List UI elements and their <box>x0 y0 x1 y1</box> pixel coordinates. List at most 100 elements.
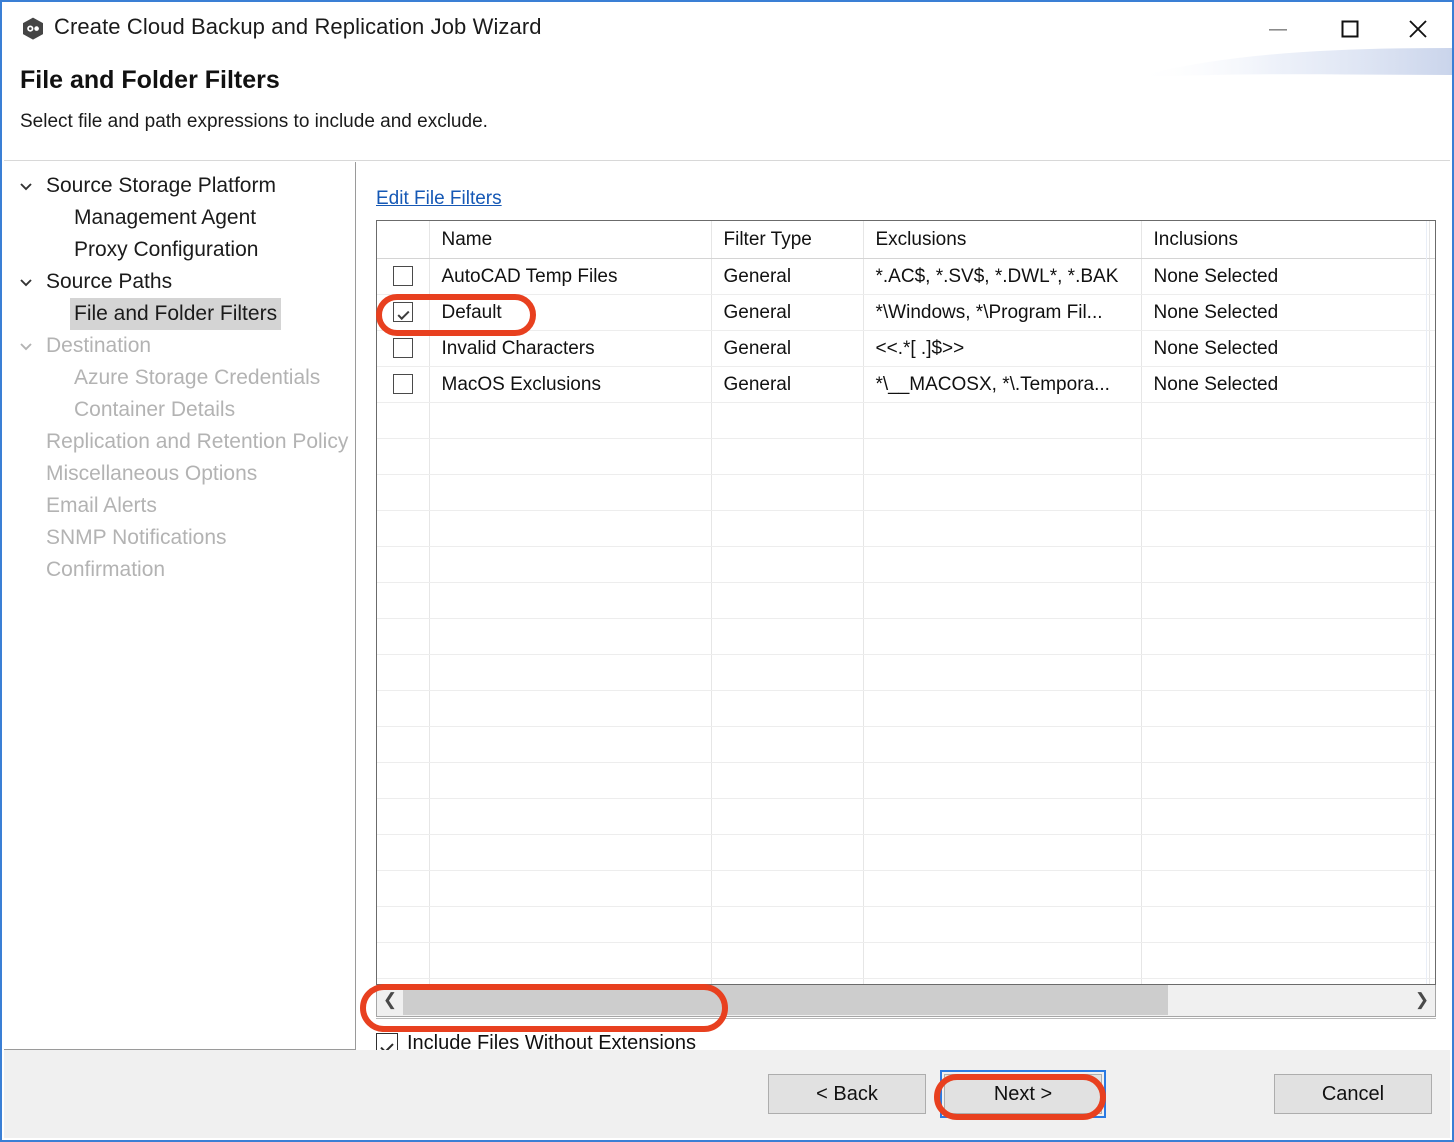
sidebar-item-source-storage-platform[interactable]: Source Storage Platform <box>4 170 355 202</box>
row-select-cell[interactable] <box>377 330 430 367</box>
empty-cell <box>863 906 1142 943</box>
empty-cell <box>1141 690 1430 727</box>
empty-cell <box>429 654 712 691</box>
empty-cell <box>429 726 712 763</box>
empty-cell <box>863 942 1142 979</box>
empty-cell <box>863 834 1142 871</box>
cancel-button[interactable]: Cancel <box>1274 1074 1432 1114</box>
sidebar-item-source-paths[interactable]: Source Paths <box>4 266 355 298</box>
row-select-cell[interactable] <box>377 366 430 403</box>
empty-cell <box>429 762 712 799</box>
row-checkbox[interactable] <box>392 302 413 323</box>
name-cell: Invalid Characters <box>429 330 712 367</box>
exclusions-cell: <<.*[ .]$>> <box>863 330 1142 367</box>
table-row[interactable]: MacOS Exclusions General *\__MACOSX, *\.Te… <box>377 366 1435 403</box>
exclusions-cell: *\Windows, *\Program Fil... <box>863 294 1142 331</box>
table-row[interactable]: AutoCAD Temp Files General *.AC$, *.SV$, *… <box>377 258 1435 295</box>
page-subtitle: Select file and path expressions to incl… <box>20 111 488 132</box>
sidebar-item-management-agent[interactable]: Management Agent <box>4 202 355 234</box>
wizard-window: Create Cloud Backup and Replication Job … <box>0 0 1454 1142</box>
empty-cell <box>1141 474 1430 511</box>
row-checkbox[interactable] <box>392 338 413 359</box>
empty-cell <box>1429 726 1435 763</box>
empty-cell <box>1141 618 1430 655</box>
empty-cell <box>863 402 1142 439</box>
minimize-button[interactable] <box>1250 2 1306 56</box>
sidebar-item-label: Azure Storage Credentials <box>74 366 321 389</box>
empty-cell <box>1429 582 1435 619</box>
empty-cell <box>1429 906 1435 943</box>
empty-cell <box>711 654 864 691</box>
sidebar-item-email-alerts: Email Alerts <box>4 490 355 522</box>
sidebar-item-confirmation: Confirmation <box>4 554 355 586</box>
row-checkbox[interactable] <box>392 374 413 395</box>
table-empty-row <box>377 762 1435 799</box>
table-empty-row <box>377 582 1435 619</box>
sidebar-item-file-and-folder-filters[interactable]: File and Folder Filters <box>4 298 355 330</box>
empty-cell <box>429 438 712 475</box>
table-row[interactable]: Default General *\Windows, *\Program Fil..… <box>377 294 1435 331</box>
empty-cell <box>711 834 864 871</box>
table-empty-row <box>377 726 1435 763</box>
sidebar-item-proxy-configuration[interactable]: Proxy Configuration <box>4 234 355 266</box>
table-empty-row <box>377 654 1435 691</box>
table-row[interactable]: Invalid Characters General <<.*[ .]$>> None… <box>377 330 1435 367</box>
empty-cell <box>711 906 864 943</box>
sidebar-item-label: SNMP Notifications <box>46 526 227 549</box>
close-button[interactable] <box>1390 2 1446 56</box>
sidebar-item-destination: Destination <box>4 330 355 362</box>
table-empty-row <box>377 906 1435 943</box>
scrollbar-thumb[interactable] <box>403 985 1168 1015</box>
table-empty-row <box>377 942 1435 979</box>
column-header-exclusions[interactable]: Exclusions <box>863 221 1142 259</box>
chevron-right-icon[interactable]: ❯ <box>1409 985 1435 1015</box>
grid-horizontal-scrollbar[interactable]: ❮ ❯ <box>376 985 1436 1017</box>
empty-cell <box>711 438 864 475</box>
minimize-icon <box>1269 29 1287 31</box>
empty-cell <box>1429 690 1435 727</box>
sidebar-item-container-details: Container Details <box>4 394 355 426</box>
maximize-button[interactable] <box>1322 2 1378 56</box>
empty-cell <box>863 618 1142 655</box>
row-checkbox[interactable] <box>392 266 413 287</box>
column-header-checkbox[interactable] <box>377 221 430 259</box>
empty-cell <box>711 618 864 655</box>
empty-cell <box>1141 834 1430 871</box>
app-hexagon-icon <box>20 16 46 42</box>
column-header-filter-type[interactable]: Filter Type <box>711 221 864 259</box>
scrollbar-track[interactable] <box>403 985 1409 1015</box>
exclusions-cell: *.AC$, *.SV$, *.DWL*, *.BAK <box>863 258 1142 295</box>
sidebar-item-label: Miscellaneous Options <box>46 462 258 485</box>
title-bar: Create Cloud Backup and Replication Job … <box>2 2 1452 56</box>
filter-type-cell: General <box>711 366 864 403</box>
table-empty-row <box>377 474 1435 511</box>
empty-cell <box>377 942 430 979</box>
column-header-inclusions[interactable]: Inclusions <box>1141 221 1430 259</box>
empty-cell <box>1141 798 1430 835</box>
edit-file-filters-link[interactable]: Edit File Filters <box>376 188 502 210</box>
empty-cell <box>863 690 1142 727</box>
empty-cell <box>377 762 430 799</box>
table-empty-row <box>377 834 1435 871</box>
empty-cell <box>429 474 712 511</box>
empty-cell <box>1141 438 1430 475</box>
column-header-name[interactable]: Name <box>429 221 712 259</box>
row-select-cell[interactable] <box>377 294 430 331</box>
back-button[interactable]: < Back <box>768 1074 926 1114</box>
next-button[interactable]: Next > <box>944 1074 1102 1114</box>
empty-cell <box>711 402 864 439</box>
table-empty-row <box>377 510 1435 547</box>
wizard-step-list: Source Storage Platform Management Agent P… <box>4 170 355 586</box>
empty-cell <box>429 582 712 619</box>
empty-cell <box>429 942 712 979</box>
wizard-step-sidebar: Source Storage Platform Management Agent P… <box>4 162 356 1050</box>
empty-cell <box>1141 582 1430 619</box>
empty-cell <box>377 474 430 511</box>
row-spacer-cell <box>1429 294 1435 331</box>
sidebar-item-label: Proxy Configuration <box>74 238 259 261</box>
file-filters-grid: Name Filter Type Exclusions Inclusions Auto… <box>376 220 1436 985</box>
chevron-left-icon[interactable]: ❮ <box>377 985 403 1015</box>
empty-cell <box>711 474 864 511</box>
row-select-cell[interactable] <box>377 258 430 295</box>
empty-cell <box>863 546 1142 583</box>
